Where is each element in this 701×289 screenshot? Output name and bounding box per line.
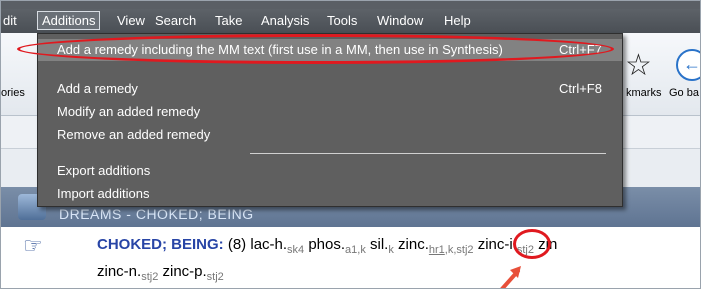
menu-tools[interactable]: Tools [327,13,357,28]
pointing-hand-icon[interactable]: ☞ [23,233,43,259]
menu-item-export-additions[interactable]: Export additions [38,160,622,182]
annotation-arrow-icon [500,266,521,288]
menu-item-remove-remedy[interactable]: Remove an added remedy [38,124,622,146]
rubric-name[interactable]: CHOKED; BEING: [97,236,224,253]
toolbar-categories-label[interactable]: ories [1,87,25,99]
annotation-oval [17,34,614,64]
annotation-circle [513,229,551,259]
menu-help[interactable]: Help [444,13,471,28]
remedy-zinc-n[interactable]: zinc-n.stj2 [97,263,158,283]
menu-analysis[interactable]: Analysis [261,13,309,28]
remedy-zinc-p[interactable]: zinc-p.stj2 [162,263,223,283]
title-strip [1,1,700,9]
rubric-line-1: CHOKED; BEING: (8) lac-h.sk4 phos.a1,k s… [97,236,557,256]
menu-additions[interactable]: Additions [37,11,101,30]
menu-take[interactable]: Take [215,13,242,28]
menu-edit[interactable]: dit [3,13,17,28]
rubric-header-text: DREAMS - CHOKED; BEING [59,206,254,222]
rubric-content: ☞ CHOKED; BEING: (8) lac-h.sk4 phos.a1,k… [1,227,700,288]
app-window: dit Additions View Search Take Analysis … [0,0,701,289]
menu-search[interactable]: Search [155,13,196,28]
toolbar-bookmarks-label[interactable]: kmarks [626,87,661,99]
go-back-icon[interactable]: ← [676,49,700,81]
menubar: dit Additions View Search Take Analysis … [1,9,700,33]
rubric-count: (8) [227,236,247,253]
remedy-lac-h[interactable]: lac-h.sk4 [250,236,304,256]
remedy-zinc[interactable]: zinc.hr1,k,stj2 [398,236,473,256]
menu-view[interactable]: View [117,13,145,28]
menu-item-add-remedy[interactable]: Add a remedy Ctrl+F8 [38,78,622,100]
remedy-sil[interactable]: sil.k [370,236,394,256]
menu-separator [250,153,606,154]
menu-item-import-additions[interactable]: Import additions [38,183,622,205]
rubric-line-2: zinc-n.stj2 zinc-p.stj2 [97,263,224,283]
bookmark-star-icon[interactable]: ☆ [625,51,652,81]
remedy-phos[interactable]: phos.a1,k [308,236,366,256]
menu-item-modify-remedy[interactable]: Modify an added remedy [38,101,622,123]
toolbar-goback-label[interactable]: Go ba [669,87,699,99]
menu-window[interactable]: Window [377,13,423,28]
